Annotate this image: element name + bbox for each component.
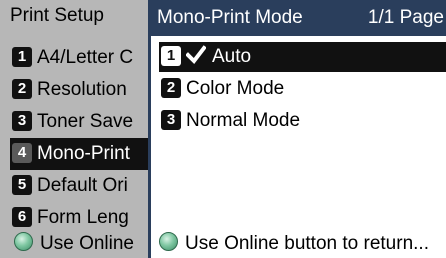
menu-item-number: 2 <box>12 79 32 99</box>
mono-print-mode-panel: Mono-Print Mode 1/1 Page 1 Auto 2 Color Mo… <box>148 0 446 258</box>
right-footer-text: Use Online button to return... <box>185 233 429 254</box>
menu-item-number: 1 <box>12 47 32 67</box>
option-number: 1 <box>161 46 181 66</box>
submenu-header: Mono-Print Mode 1/1 Page <box>151 0 446 36</box>
menu-item-default-orientation[interactable]: 5 Default Ori <box>10 170 148 202</box>
menu-title: Print Setup <box>10 5 104 26</box>
online-button-icon[interactable] <box>14 232 33 251</box>
menu-item-label: Default Ori <box>37 175 128 196</box>
menu-item-label: Form Leng <box>37 207 129 228</box>
menu-item-resolution[interactable]: 2 Resolution <box>10 74 148 106</box>
online-button-icon[interactable] <box>159 232 178 251</box>
left-footer-text: Use Online <box>40 233 134 254</box>
option-auto[interactable]: 1 Auto <box>159 42 446 72</box>
menu-item-number: 3 <box>12 111 32 131</box>
menu-item-number: 5 <box>12 175 32 195</box>
menu-item-number: 4 <box>12 143 32 163</box>
print-setup-menu: Print Setup 1 A4/Letter C 2 Resolution 3 To… <box>0 0 148 258</box>
menu-item-number: 6 <box>12 207 32 227</box>
right-footer-hint: Use Online button to return... <box>159 232 429 256</box>
menu-item-mono-print[interactable]: 4 Mono-Print <box>10 138 148 170</box>
submenu-title: Mono-Print Mode <box>157 7 303 28</box>
option-label: Color Mode <box>186 78 285 99</box>
option-label: Normal Mode <box>186 110 301 131</box>
menu-item-toner-save[interactable]: 3 Toner Save <box>10 106 148 138</box>
menu-item-label: Resolution <box>37 79 127 100</box>
menu-item-label: Toner Save <box>37 111 134 132</box>
menu-item-label: A4/Letter C <box>37 47 134 68</box>
option-label: Auto <box>212 46 252 67</box>
option-normal-mode[interactable]: 3 Normal Mode <box>159 106 446 136</box>
option-number: 3 <box>161 110 181 130</box>
option-number: 2 <box>161 78 181 98</box>
page-indicator: 1/1 Page <box>367 7 444 28</box>
option-color-mode[interactable]: 2 Color Mode <box>159 74 446 104</box>
checkmark-icon <box>186 45 206 65</box>
left-footer-hint: Use Online <box>14 232 134 256</box>
menu-item-a4-letter[interactable]: 1 A4/Letter C <box>10 42 148 74</box>
menu-item-label: Mono-Print <box>37 143 130 164</box>
menu-item-form-length[interactable]: 6 Form Leng <box>10 202 148 234</box>
